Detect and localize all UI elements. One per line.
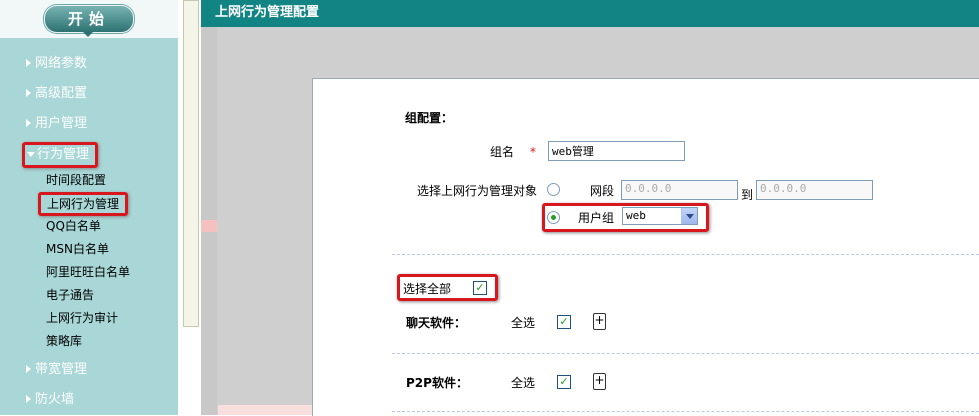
sidebar-subitem-qq[interactable]: QQ白名单 <box>46 217 101 235</box>
sidebar-item-label: 高级配置 <box>35 86 88 101</box>
sidebar-item-firewall[interactable]: 防火墙 <box>26 390 74 410</box>
sidebar-scrollbar[interactable] <box>183 0 199 327</box>
sidebar-subitem-notice[interactable]: 电子通告 <box>46 286 94 304</box>
divider <box>392 254 979 255</box>
sidebar-item-network[interactable]: 网络参数 <box>26 54 87 74</box>
sidebar-item-behavior[interactable]: 行为管理 <box>22 142 99 168</box>
user-group-selected: web <box>626 209 646 222</box>
ip-start-input[interactable]: 0.0.0.0 <box>621 180 738 200</box>
group-name-label: 组名 <box>490 145 515 159</box>
triangle-right-icon <box>26 365 31 373</box>
chat-software-label: 聊天软件： <box>406 316 467 330</box>
p2p-software-label: P2P软件： <box>406 376 468 390</box>
triangle-right-icon <box>26 59 31 67</box>
decor-band <box>218 405 312 415</box>
sidebar-item-label: 用户管理 <box>35 116 88 131</box>
target-label: 选择上网行为管理对象 <box>417 184 538 198</box>
sidebar-subitem-time[interactable]: 时间段配置 <box>46 171 106 189</box>
chevron-down-icon <box>82 31 94 37</box>
user-group-select[interactable]: web <box>622 207 698 225</box>
radio-user-group[interactable] <box>547 211 560 224</box>
sidebar-item-bandwidth[interactable]: 带宽管理 <box>26 360 87 380</box>
sidebar-item-label: 行为管理 <box>37 147 90 162</box>
sidebar-subitem-audit[interactable]: 上网行为审计 <box>46 309 118 327</box>
select-all-label: 选择全部 <box>403 282 452 296</box>
page-title: 上网行为管理配置 <box>201 0 979 27</box>
divider <box>392 353 979 354</box>
divider <box>392 411 979 412</box>
p2p-select-all-checkbox[interactable]: ✓ <box>557 375 571 389</box>
p2p-expand-button[interactable]: + <box>593 373 606 390</box>
sidebar-item-label: 防火墙 <box>35 392 75 407</box>
segment-label: 网段 <box>590 184 615 198</box>
config-panel <box>312 78 979 416</box>
required-mark: * <box>530 145 536 159</box>
chat-select-all-checkbox[interactable]: ✓ <box>557 315 571 329</box>
start-button[interactable]: 开始 <box>44 5 134 33</box>
p2p-select-all-label: 全选 <box>511 376 536 390</box>
chat-select-all-label: 全选 <box>511 316 536 330</box>
chat-expand-button[interactable]: + <box>593 313 606 330</box>
decor-band <box>201 220 217 232</box>
to-label: 到 <box>741 188 754 202</box>
triangle-right-icon <box>26 119 31 127</box>
triangle-down-icon <box>27 152 35 157</box>
ip-end-input[interactable]: 0.0.0.0 <box>756 180 873 200</box>
sidebar-subitem-policy[interactable]: 策略库 <box>46 332 82 350</box>
sidebar-subitem-aliwangwang[interactable]: 阿里旺旺白名单 <box>46 263 130 281</box>
chevron-down-icon <box>681 208 697 224</box>
sidebar-item-advanced[interactable]: 高级配置 <box>26 84 87 104</box>
sidebar-item-label: 网络参数 <box>35 56 88 71</box>
group-name-input[interactable] <box>548 141 685 161</box>
triangle-right-icon <box>26 89 31 97</box>
section-title: 组配置： <box>405 111 454 125</box>
sidebar-subitem-msn[interactable]: MSN白名单 <box>46 240 109 258</box>
select-all-checkbox[interactable]: ✓ <box>473 281 487 295</box>
sidebar-item-users[interactable]: 用户管理 <box>26 114 87 134</box>
user-group-label: 用户组 <box>578 211 615 225</box>
sidebar-item-label: 带宽管理 <box>35 362 88 377</box>
sidebar-subitem-behavior-mgmt[interactable]: 上网行为管理 <box>38 192 129 216</box>
triangle-right-icon <box>26 395 31 403</box>
radio-segment[interactable] <box>547 183 560 196</box>
